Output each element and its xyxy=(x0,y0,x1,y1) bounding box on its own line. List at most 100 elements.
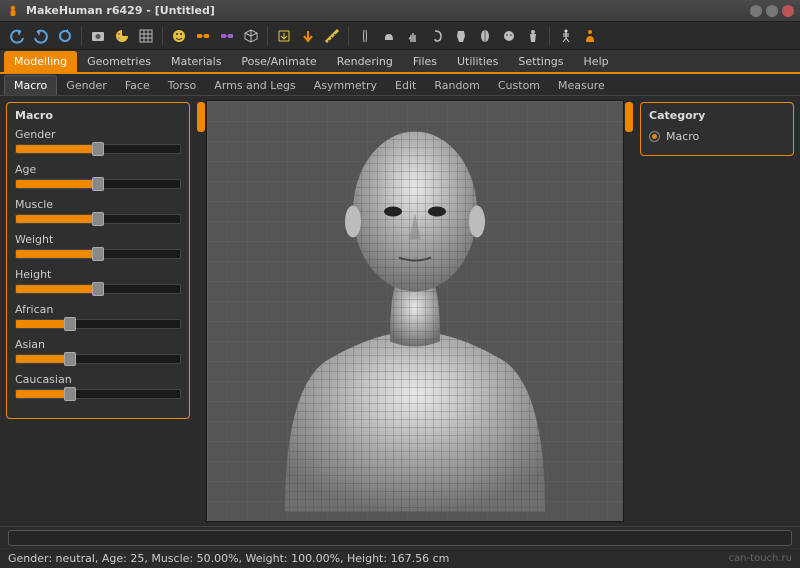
slider-muscle[interactable] xyxy=(15,214,181,224)
radio-icon xyxy=(649,131,660,142)
sub-tabs: MacroGenderFaceTorsoArms and LegsAsymmet… xyxy=(0,74,800,96)
slider-gender[interactable] xyxy=(15,144,181,154)
slider-label: Age xyxy=(15,163,181,176)
leg-button[interactable] xyxy=(354,25,376,47)
category-item-macro[interactable]: Macro xyxy=(649,128,785,145)
face-button[interactable] xyxy=(498,25,520,47)
subtab-custom[interactable]: Custom xyxy=(489,76,549,95)
category-panel: Category Macro xyxy=(640,102,794,156)
slider-row-weight: Weight xyxy=(15,233,181,259)
toolbar-separator xyxy=(348,27,349,45)
window-buttons xyxy=(750,5,794,17)
slider-weight[interactable] xyxy=(15,249,181,259)
slider-label: Muscle xyxy=(15,198,181,211)
subtab-torso[interactable]: Torso xyxy=(159,76,206,95)
left-panel: Macro Gender Age Muscle Weight Height African… xyxy=(0,96,196,526)
category-panel-title: Category xyxy=(649,109,785,122)
slider-label: Caucasian xyxy=(15,373,181,386)
subtab-edit[interactable]: Edit xyxy=(386,76,425,95)
tab-help[interactable]: Help xyxy=(574,51,619,72)
slider-asian[interactable] xyxy=(15,354,181,364)
smile-button[interactable] xyxy=(168,25,190,47)
slider-age[interactable] xyxy=(15,179,181,189)
slider-row-caucasian: Caucasian xyxy=(15,373,181,399)
subtab-random[interactable]: Random xyxy=(425,76,489,95)
tab-geometries[interactable]: Geometries xyxy=(77,51,161,72)
right-panel: Category Macro xyxy=(634,96,800,526)
macro-panel-title: Macro xyxy=(15,109,181,122)
app-icon xyxy=(6,4,20,18)
wireframe-button[interactable] xyxy=(135,25,157,47)
redo-button[interactable] xyxy=(30,25,52,47)
tab-pose-animate[interactable]: Pose/Animate xyxy=(231,51,326,72)
human-model xyxy=(265,100,565,514)
torso-button[interactable] xyxy=(450,25,472,47)
status-text: Gender: neutral, Age: 25, Muscle: 50.00%… xyxy=(8,552,449,565)
titlebar: MakeHuman r6429 - [Untitled] xyxy=(0,0,800,22)
subtab-asymmetry[interactable]: Asymmetry xyxy=(305,76,386,95)
hand-button[interactable] xyxy=(402,25,424,47)
slider-label: Asian xyxy=(15,338,181,351)
subtab-macro[interactable]: Macro xyxy=(4,75,57,95)
measure-button[interactable] xyxy=(321,25,343,47)
command-input[interactable] xyxy=(8,530,792,546)
watermark: can-touch.ru xyxy=(729,553,792,564)
tab-materials[interactable]: Materials xyxy=(161,51,231,72)
slider-row-height: Height xyxy=(15,268,181,294)
slider-label: Gender xyxy=(15,128,181,141)
slider-row-african: African xyxy=(15,303,181,329)
toolbar-separator xyxy=(549,27,550,45)
snapshot-button[interactable] xyxy=(87,25,109,47)
content-area: Macro Gender Age Muscle Weight Height African… xyxy=(0,96,800,526)
slider-height[interactable] xyxy=(15,284,181,294)
slider-label: African xyxy=(15,303,181,316)
subtab-gender[interactable]: Gender xyxy=(57,76,116,95)
slider-row-age: Age xyxy=(15,163,181,189)
undo-button[interactable] xyxy=(6,25,28,47)
maximize-button[interactable] xyxy=(766,5,778,17)
slider-row-muscle: Muscle xyxy=(15,198,181,224)
slider-african[interactable] xyxy=(15,319,181,329)
subtab-face[interactable]: Face xyxy=(116,76,159,95)
toolbar xyxy=(0,22,800,50)
close-button[interactable] xyxy=(782,5,794,17)
tab-rendering[interactable]: Rendering xyxy=(327,51,403,72)
slider-row-asian: Asian xyxy=(15,338,181,364)
slider-row-gender: Gender xyxy=(15,128,181,154)
back-button[interactable] xyxy=(474,25,496,47)
arrow-down-orange-button[interactable] xyxy=(297,25,319,47)
goggles-purple-button[interactable] xyxy=(216,25,238,47)
palette-button[interactable] xyxy=(111,25,133,47)
export-button[interactable] xyxy=(273,25,295,47)
tab-utilities[interactable]: Utilities xyxy=(447,51,508,72)
macro-panel: Macro Gender Age Muscle Weight Height African… xyxy=(6,102,190,419)
viewport-scrollbar-right[interactable] xyxy=(624,100,634,522)
foot-button[interactable] xyxy=(378,25,400,47)
ear-button[interactable] xyxy=(426,25,448,47)
minimize-button[interactable] xyxy=(750,5,762,17)
subtab-arms-and-legs[interactable]: Arms and Legs xyxy=(205,76,304,95)
category-label: Macro xyxy=(666,130,699,143)
slider-label: Height xyxy=(15,268,181,281)
viewport-scrollbar-left[interactable] xyxy=(196,100,206,522)
subtab-measure[interactable]: Measure xyxy=(549,76,614,95)
toolbar-separator xyxy=(81,27,82,45)
slider-label: Weight xyxy=(15,233,181,246)
viewport-3d[interactable] xyxy=(206,100,624,522)
skeleton-button[interactable] xyxy=(555,25,577,47)
status-line: Gender: neutral, Age: 25, Muscle: 50.00%… xyxy=(0,548,800,568)
toolbar-separator xyxy=(267,27,268,45)
slider-caucasian[interactable] xyxy=(15,389,181,399)
person-orange-button[interactable] xyxy=(579,25,601,47)
bottom-bar xyxy=(0,526,800,548)
reset-button[interactable] xyxy=(54,25,76,47)
cube-button[interactable] xyxy=(240,25,262,47)
tab-settings[interactable]: Settings xyxy=(508,51,573,72)
body-button[interactable] xyxy=(522,25,544,47)
goggles-orange-button[interactable] xyxy=(192,25,214,47)
viewport-container xyxy=(196,96,634,526)
tab-files[interactable]: Files xyxy=(403,51,447,72)
tab-modelling[interactable]: Modelling xyxy=(4,51,77,72)
window-title: MakeHuman r6429 - [Untitled] xyxy=(26,4,750,17)
toolbar-separator xyxy=(162,27,163,45)
